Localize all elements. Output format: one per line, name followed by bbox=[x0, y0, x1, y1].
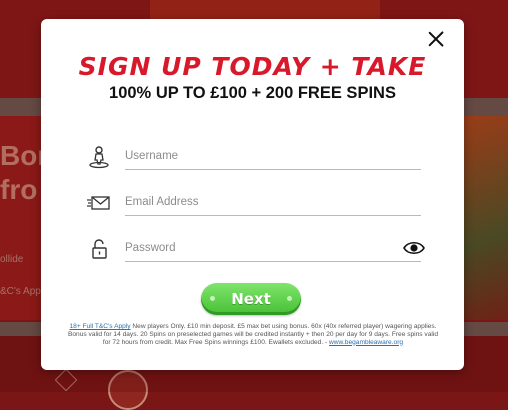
next-button[interactable]: Next bbox=[201, 283, 301, 315]
full-terms-link[interactable]: 18+ Full T&C's Apply bbox=[70, 323, 131, 330]
modal-title: SIGN UP TODAY + TAKE bbox=[78, 52, 427, 81]
signup-modal: SIGN UP TODAY + TAKE 100% UP TO £100 + 2… bbox=[41, 19, 464, 370]
button-dot-right bbox=[287, 296, 292, 301]
button-dot-left bbox=[210, 296, 215, 301]
eye-icon[interactable] bbox=[403, 240, 425, 256]
lock-icon bbox=[92, 239, 107, 259]
password-field-row bbox=[87, 231, 425, 267]
close-icon[interactable] bbox=[425, 28, 447, 50]
user-icon bbox=[89, 146, 109, 169]
email-input[interactable] bbox=[125, 189, 421, 216]
begambleaware-link[interactable]: www.begambleaware.org bbox=[329, 339, 403, 346]
modal-subtitle: 100% UP TO £100 + 200 FREE SPINS bbox=[109, 84, 396, 102]
password-input[interactable] bbox=[125, 235, 421, 262]
username-field-row bbox=[87, 139, 422, 175]
envelope-icon bbox=[87, 196, 110, 210]
terms-text: 18+ Full T&C's Apply New players Only. £… bbox=[67, 323, 439, 346]
next-button-label: Next bbox=[231, 290, 271, 308]
email-field-row bbox=[87, 185, 422, 221]
username-input[interactable] bbox=[125, 143, 421, 170]
